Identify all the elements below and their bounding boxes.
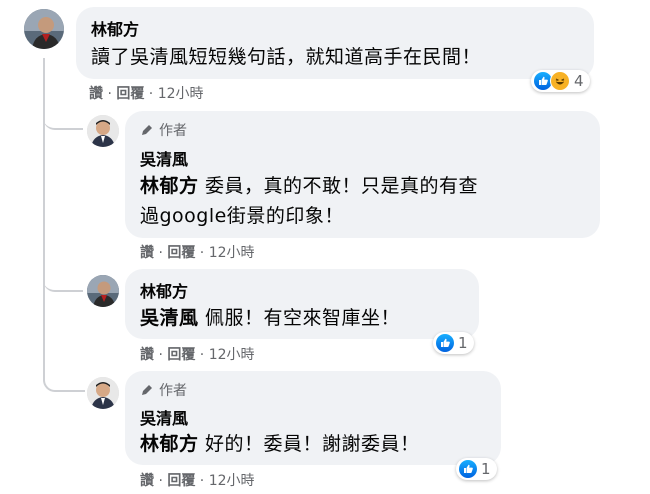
- thread-connector: [43, 100, 83, 130]
- reaction-count: 1: [458, 334, 468, 352]
- reply-bubble: 作者 吳清風 林郁方 好的！委員！謝謝委員！: [125, 371, 501, 465]
- reply-link[interactable]: 回覆: [167, 347, 195, 363]
- avatar-lin[interactable]: [24, 9, 64, 49]
- reply-link[interactable]: 回覆: [116, 86, 144, 102]
- reply-text: 吳清風 佩服！有空來智庫坐！: [140, 307, 401, 329]
- reply-link[interactable]: 回覆: [167, 473, 195, 489]
- timestamp[interactable]: 12小時: [209, 473, 255, 489]
- mention-link[interactable]: 林郁方: [140, 433, 199, 455]
- author-badge: 作者: [140, 120, 187, 140]
- reply-link[interactable]: 回覆: [167, 245, 195, 261]
- comment-text: 讀了吳清風短短幾句話，就知道高手在民間！: [91, 46, 482, 68]
- reply-text: 林郁方 好的！委員！謝謝委員！: [140, 433, 420, 455]
- reply-bubble: 作者 吳清風 林郁方 委員，真的不敢！只是真的有查 過google街景的印象！: [125, 111, 600, 238]
- avatar-wu[interactable]: [87, 115, 119, 147]
- like-reaction-icon: [459, 460, 477, 478]
- commenter-name[interactable]: 吳清風: [140, 146, 188, 170]
- mention-link[interactable]: 林郁方: [140, 175, 199, 197]
- reaction-summary[interactable]: 4: [531, 70, 590, 92]
- reply-text: 林郁方 委員，真的不敢！只是真的有查 過google街景的印象！: [140, 175, 479, 227]
- reaction-summary[interactable]: 1: [433, 332, 474, 354]
- like-reaction-icon: [436, 334, 454, 352]
- haha-reaction-icon: [550, 71, 570, 91]
- reaction-summary[interactable]: 1: [456, 458, 497, 480]
- reaction-count: 1: [481, 460, 491, 478]
- reaction-count: 4: [574, 72, 584, 90]
- reply-actions: 讚 · 回覆 · 12小時: [140, 245, 255, 261]
- person-avatar-icon: [24, 9, 64, 49]
- thread-connector: [43, 262, 83, 292]
- commenter-name[interactable]: 林郁方: [91, 16, 139, 40]
- like-link[interactable]: 讚: [140, 347, 154, 363]
- comment-actions: 讚 · 回覆 · 12小時: [89, 86, 204, 102]
- timestamp[interactable]: 12小時: [209, 245, 255, 261]
- thread-connector: [43, 300, 85, 392]
- pencil-icon: [142, 125, 152, 135]
- person-avatar-icon: [87, 115, 119, 147]
- like-link[interactable]: 讚: [140, 473, 154, 489]
- commenter-name[interactable]: 吳清風: [140, 405, 188, 429]
- comment-bubble: 林郁方 讀了吳清風短短幾句話，就知道高手在民間！: [76, 7, 594, 79]
- timestamp[interactable]: 12小時: [158, 86, 204, 102]
- commenter-name[interactable]: 林郁方: [140, 278, 188, 302]
- reply-actions: 讚 · 回覆 · 12小時: [140, 347, 255, 363]
- person-avatar-icon: [87, 377, 119, 409]
- like-link[interactable]: 讚: [140, 245, 154, 261]
- avatar-wu[interactable]: [87, 377, 119, 409]
- reply-actions: 讚 · 回覆 · 12小時: [140, 473, 255, 489]
- author-badge: 作者: [140, 380, 187, 400]
- avatar-lin[interactable]: [87, 275, 119, 307]
- pencil-icon: [142, 385, 152, 395]
- timestamp[interactable]: 12小時: [209, 347, 255, 363]
- like-link[interactable]: 讚: [89, 86, 103, 102]
- reply-bubble: 林郁方 吳清風 佩服！有空來智庫坐！: [125, 269, 479, 339]
- person-avatar-icon: [87, 275, 119, 307]
- mention-link[interactable]: 吳清風: [140, 307, 199, 329]
